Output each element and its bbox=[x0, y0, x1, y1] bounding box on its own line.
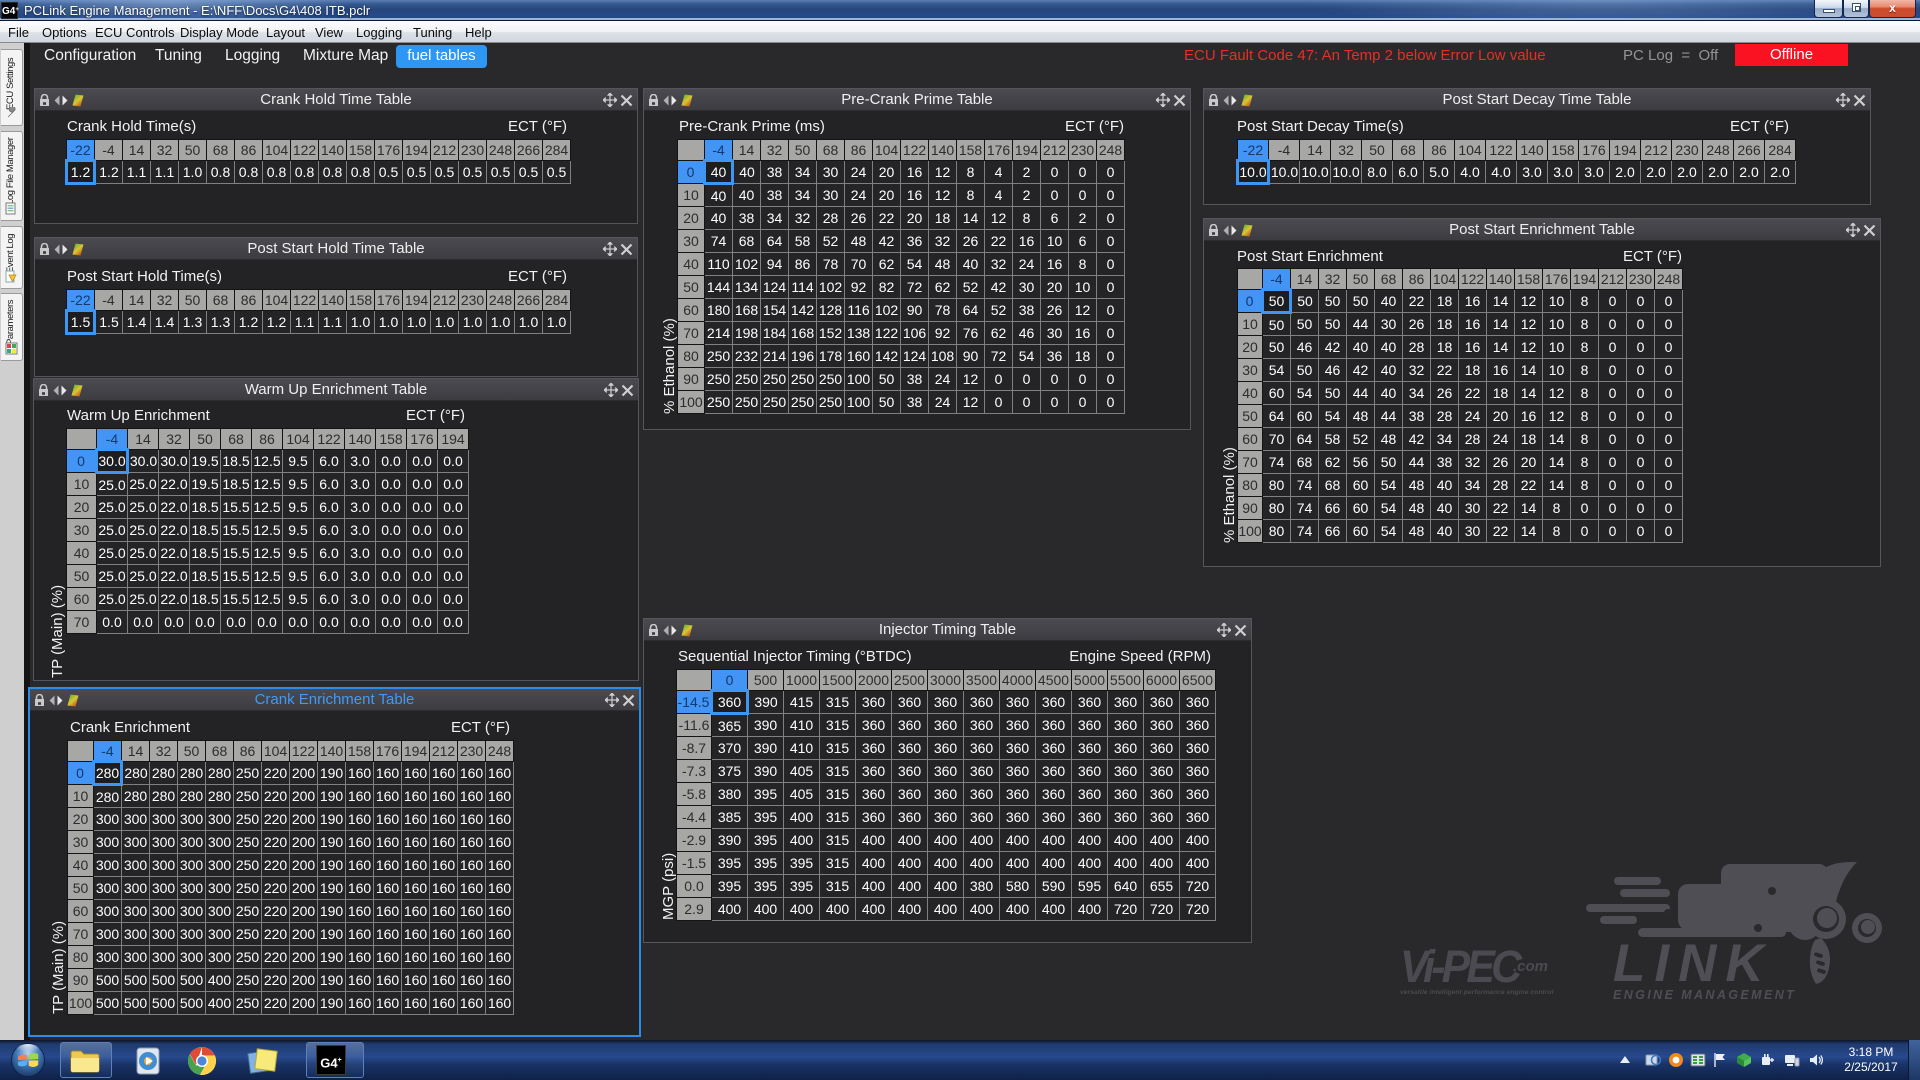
svg-text:LINK: LINK bbox=[1613, 934, 1773, 993]
svg-text:ENGINE MANAGEMENT: ENGINE MANAGEMENT bbox=[1613, 988, 1796, 1002]
